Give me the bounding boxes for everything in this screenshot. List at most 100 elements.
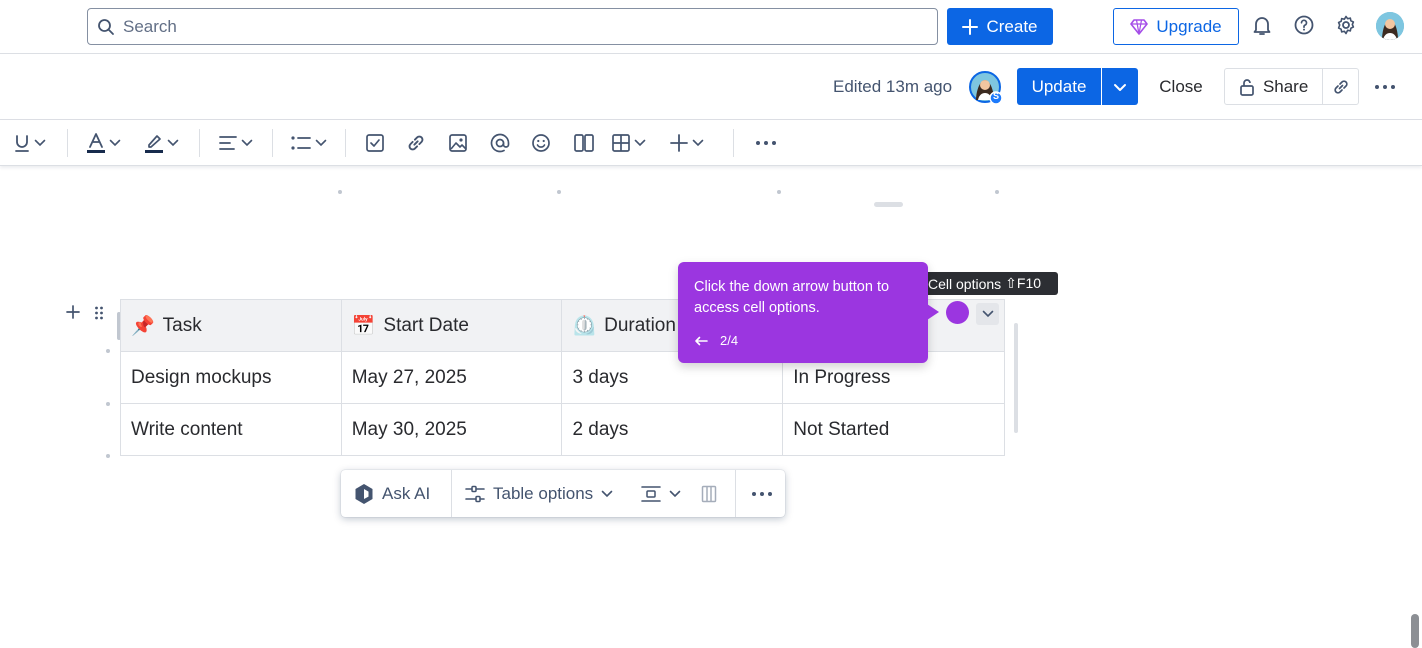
avatar[interactable]	[1376, 12, 1404, 40]
table-options-button[interactable]: Table options	[465, 470, 613, 517]
toolbar-divider	[272, 129, 273, 157]
toolbar-divider	[451, 470, 452, 517]
close-button[interactable]: Close	[1146, 68, 1216, 105]
share-label: Share	[1262, 76, 1309, 96]
tooltip-pointer	[927, 304, 939, 320]
search-input[interactable]: Search	[87, 8, 938, 45]
onboarding-tooltip: Click the down arrow button to access ce…	[678, 262, 928, 363]
bullet-list-icon	[290, 135, 312, 151]
image-button[interactable]	[448, 130, 468, 156]
calendar-icon: 📅	[351, 315, 376, 337]
plus-icon	[962, 18, 979, 35]
bell-icon[interactable]	[1251, 14, 1273, 36]
link-icon	[406, 133, 426, 153]
table-alignment-button[interactable]	[641, 470, 681, 517]
add-row-button[interactable]	[65, 304, 81, 320]
more-icon	[1374, 84, 1396, 90]
ask-ai-button[interactable]: Ask AI	[354, 470, 430, 517]
drag-handle[interactable]	[94, 306, 104, 320]
chevron-down-icon	[601, 490, 613, 498]
gear-icon[interactable]	[1335, 14, 1357, 36]
table-row: Write content May 30, 2025 2 days Not St…	[120, 403, 1005, 456]
avatar-badge: S	[993, 91, 1000, 101]
cell-options-button[interactable]	[976, 303, 999, 325]
table-header-cell[interactable]: 📅 Start Date	[340, 299, 563, 352]
table-icon	[611, 133, 631, 153]
link-button[interactable]	[406, 130, 426, 156]
task-button[interactable]	[365, 130, 385, 156]
create-button[interactable]: Create	[947, 8, 1053, 45]
row-guide-dot	[106, 349, 110, 353]
mention-button[interactable]	[490, 130, 510, 156]
tooltip-label: Cell options	[928, 275, 1002, 292]
upgrade-label: Upgrade	[1156, 16, 1222, 36]
ai-icon	[354, 483, 374, 505]
insert-button[interactable]	[669, 130, 704, 156]
chevron-down-icon	[167, 139, 179, 147]
text-color-button[interactable]	[86, 130, 121, 156]
plus-icon	[65, 304, 81, 320]
header-label: Start Date	[383, 314, 469, 336]
update-options-button[interactable]	[1102, 68, 1138, 105]
underline-icon	[13, 133, 31, 153]
cell-options-tooltip: Cell options ⇧F10	[922, 272, 1058, 295]
tooltip-footer: 2/4	[694, 333, 738, 348]
bullet-list-button[interactable]	[290, 130, 327, 156]
top-navigation-bar: Search Create Upgrade	[0, 0, 1422, 54]
highlight-icon	[144, 132, 164, 154]
copy-link-button[interactable]	[1323, 69, 1358, 104]
emoji-button[interactable]	[531, 130, 551, 156]
more-icon	[755, 140, 777, 146]
row-guide-dot	[106, 454, 110, 458]
update-button[interactable]: Update	[1017, 68, 1101, 105]
share-button[interactable]: Share	[1225, 69, 1324, 104]
chevron-down-icon	[634, 139, 646, 147]
table-scrollbar[interactable]	[1014, 323, 1018, 433]
collaborator-avatar[interactable]: S	[969, 71, 1002, 104]
column-guide-dot	[338, 190, 342, 194]
table-button[interactable]	[611, 130, 646, 156]
chevron-down-icon	[692, 139, 704, 147]
help-icon[interactable]	[1293, 14, 1315, 36]
layouts-button[interactable]	[573, 130, 595, 156]
column-width-button[interactable]	[701, 470, 717, 517]
at-sign-icon	[490, 133, 510, 153]
align-button[interactable]	[218, 130, 253, 156]
columns-icon	[573, 133, 595, 153]
more-icon	[751, 491, 773, 497]
row-guide-dot	[106, 402, 110, 406]
table-cell[interactable]: Not Started	[782, 403, 1005, 456]
table-cell[interactable]: 2 days	[561, 403, 784, 456]
create-label: Create	[986, 16, 1038, 36]
underline-button[interactable]	[13, 130, 46, 156]
page-scrollbar[interactable]	[1411, 614, 1419, 648]
page-header-bar: Edited 13m ago S Update Close Share	[0, 54, 1422, 120]
chevron-down-icon	[669, 490, 681, 498]
step-counter: 2/4	[720, 333, 739, 348]
toolbar-divider	[67, 129, 68, 157]
edited-status: Edited 13m ago	[833, 77, 953, 96]
table-cell[interactable]: May 30, 2025	[340, 403, 563, 456]
table-header-cell[interactable]: 📌 Task	[120, 299, 342, 352]
back-arrow-icon[interactable]	[694, 336, 708, 346]
sliders-icon	[465, 485, 485, 503]
plus-icon	[669, 133, 689, 153]
table-cell[interactable]: Write content	[120, 403, 342, 456]
guide-beacon[interactable]	[946, 301, 969, 324]
chevron-down-icon	[1113, 82, 1127, 92]
column-guide-dot	[557, 190, 561, 194]
timer-icon: ⏲️	[572, 315, 597, 337]
upgrade-button[interactable]: Upgrade	[1113, 8, 1239, 45]
table-cell[interactable]: Design mockups	[120, 351, 342, 404]
chevron-down-icon	[241, 139, 253, 147]
text-color-icon	[86, 132, 106, 154]
gem-icon	[1130, 18, 1149, 35]
column-drag-handle[interactable]	[874, 202, 903, 207]
more-table-actions-button[interactable]	[751, 470, 773, 517]
highlight-button[interactable]	[144, 130, 179, 156]
header-label: Duration	[604, 314, 676, 336]
more-formatting-button[interactable]	[755, 130, 777, 156]
table-cell[interactable]: May 27, 2025	[340, 351, 563, 404]
column-guide-dot	[995, 190, 999, 194]
more-actions-button[interactable]	[1372, 76, 1398, 98]
